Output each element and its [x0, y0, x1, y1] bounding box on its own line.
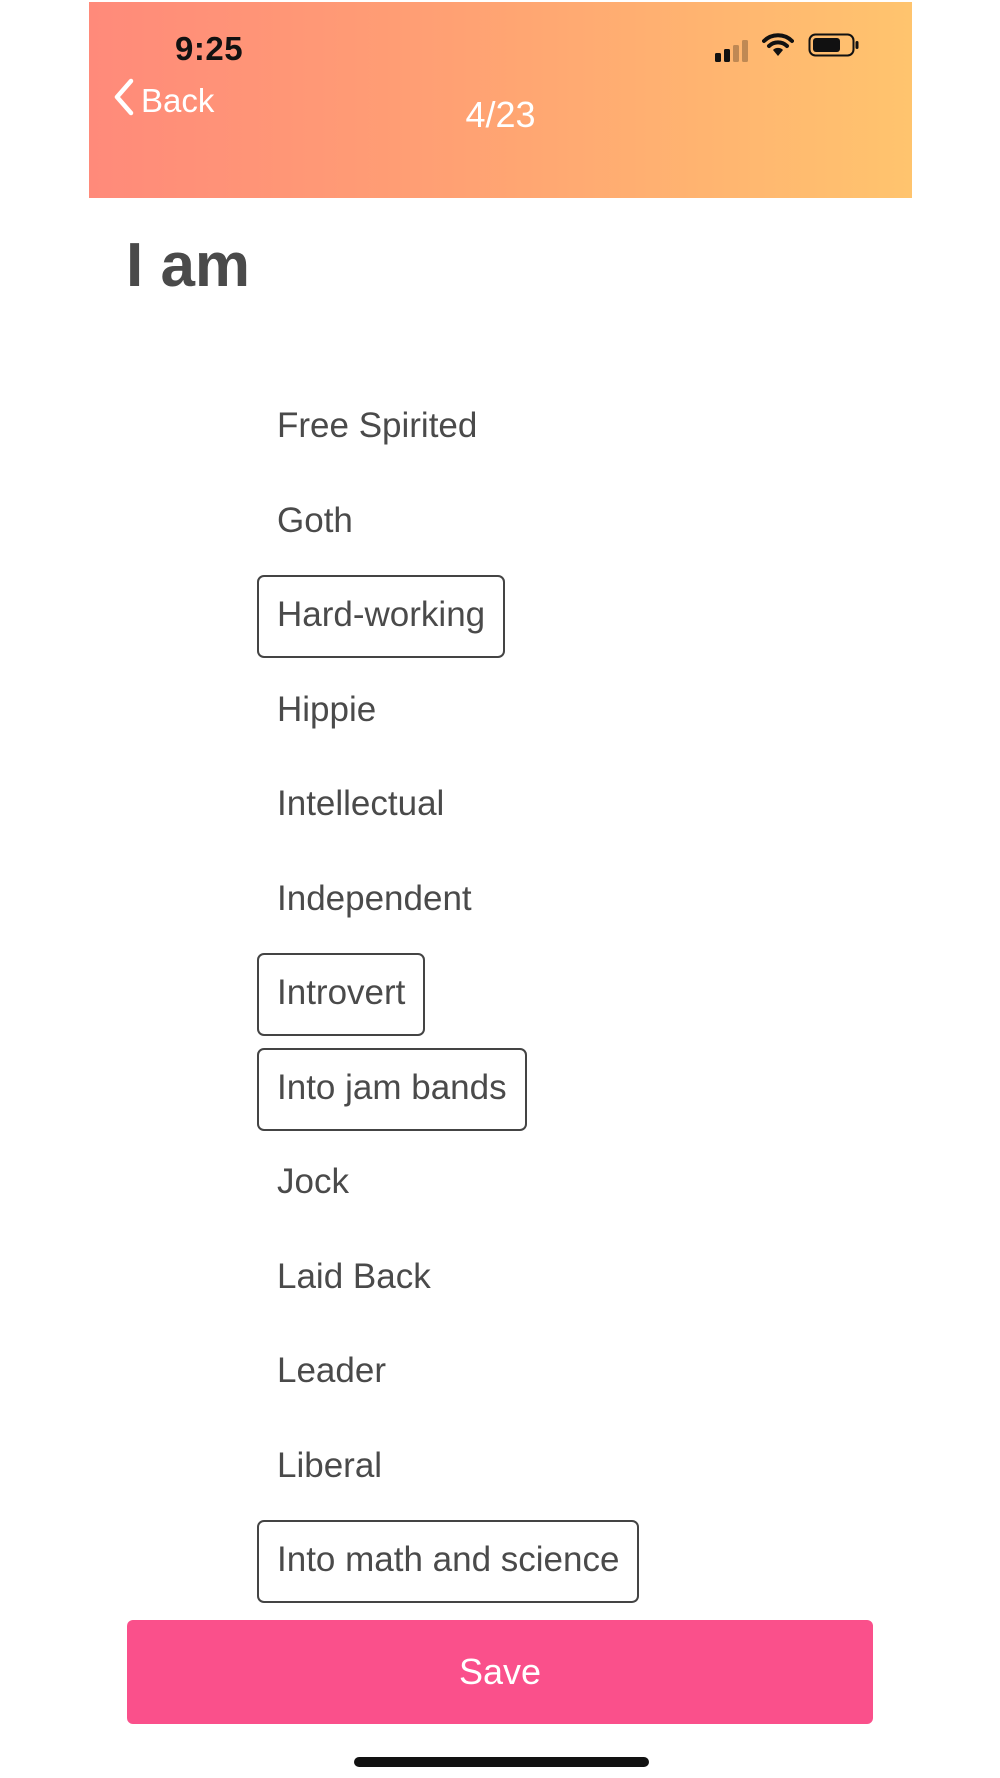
list-item: Leader — [257, 1331, 857, 1426]
list-item: Into math and science — [257, 1520, 857, 1615]
list-item: Hippie — [257, 670, 857, 765]
option-independent[interactable]: Independent — [257, 859, 492, 942]
list-item: Goth — [257, 481, 857, 576]
option-into-jam-bands[interactable]: Into jam bands — [257, 1047, 527, 1131]
status-time: 9:25 — [175, 30, 244, 67]
page-title: I am — [126, 231, 251, 300]
option-liberal[interactable]: Liberal — [257, 1426, 402, 1509]
option-intellectual[interactable]: Intellectual — [257, 764, 464, 847]
home-indicator — [354, 1757, 649, 1767]
header-bar: 9:25 Back 4/23 — [89, 2, 912, 198]
step-indicator: 4/23 — [465, 94, 536, 135]
list-item: Jock — [257, 1142, 857, 1237]
option-leader[interactable]: Leader — [257, 1331, 406, 1414]
option-into-math-and-science[interactable]: Into math and science — [257, 1520, 640, 1603]
wifi-icon — [762, 33, 794, 62]
option-hard-working[interactable]: Hard-working — [257, 575, 506, 658]
list-item: Hard-working — [257, 575, 857, 670]
option-hippie[interactable]: Hippie — [257, 670, 396, 753]
signal-icon — [715, 40, 748, 62]
screen: 9:25 Back 4/23 I am Free Spirited Goth H… — [0, 0, 1000, 1778]
list-item: Introvert — [257, 953, 857, 1048]
list-item: Laid Back — [257, 1237, 857, 1332]
list-item: Independent — [257, 859, 857, 954]
save-button[interactable]: Save — [127, 1620, 873, 1724]
list-item: Intellectual — [257, 764, 857, 859]
status-icons — [715, 33, 860, 62]
options-list: Free Spirited Goth Hard-working Hippie Intel… — [257, 386, 857, 1615]
option-free-spirited[interactable]: Free Spirited — [257, 386, 497, 469]
list-item: Free Spirited — [257, 386, 857, 481]
option-goth[interactable]: Goth — [257, 481, 373, 564]
option-jock[interactable]: Jock — [257, 1142, 369, 1225]
list-item: Into jam bands — [257, 1047, 857, 1143]
option-laid-back[interactable]: Laid Back — [257, 1237, 451, 1320]
list-item: Liberal — [257, 1426, 857, 1521]
battery-icon — [808, 33, 860, 62]
option-introvert[interactable]: Introvert — [257, 953, 426, 1036]
